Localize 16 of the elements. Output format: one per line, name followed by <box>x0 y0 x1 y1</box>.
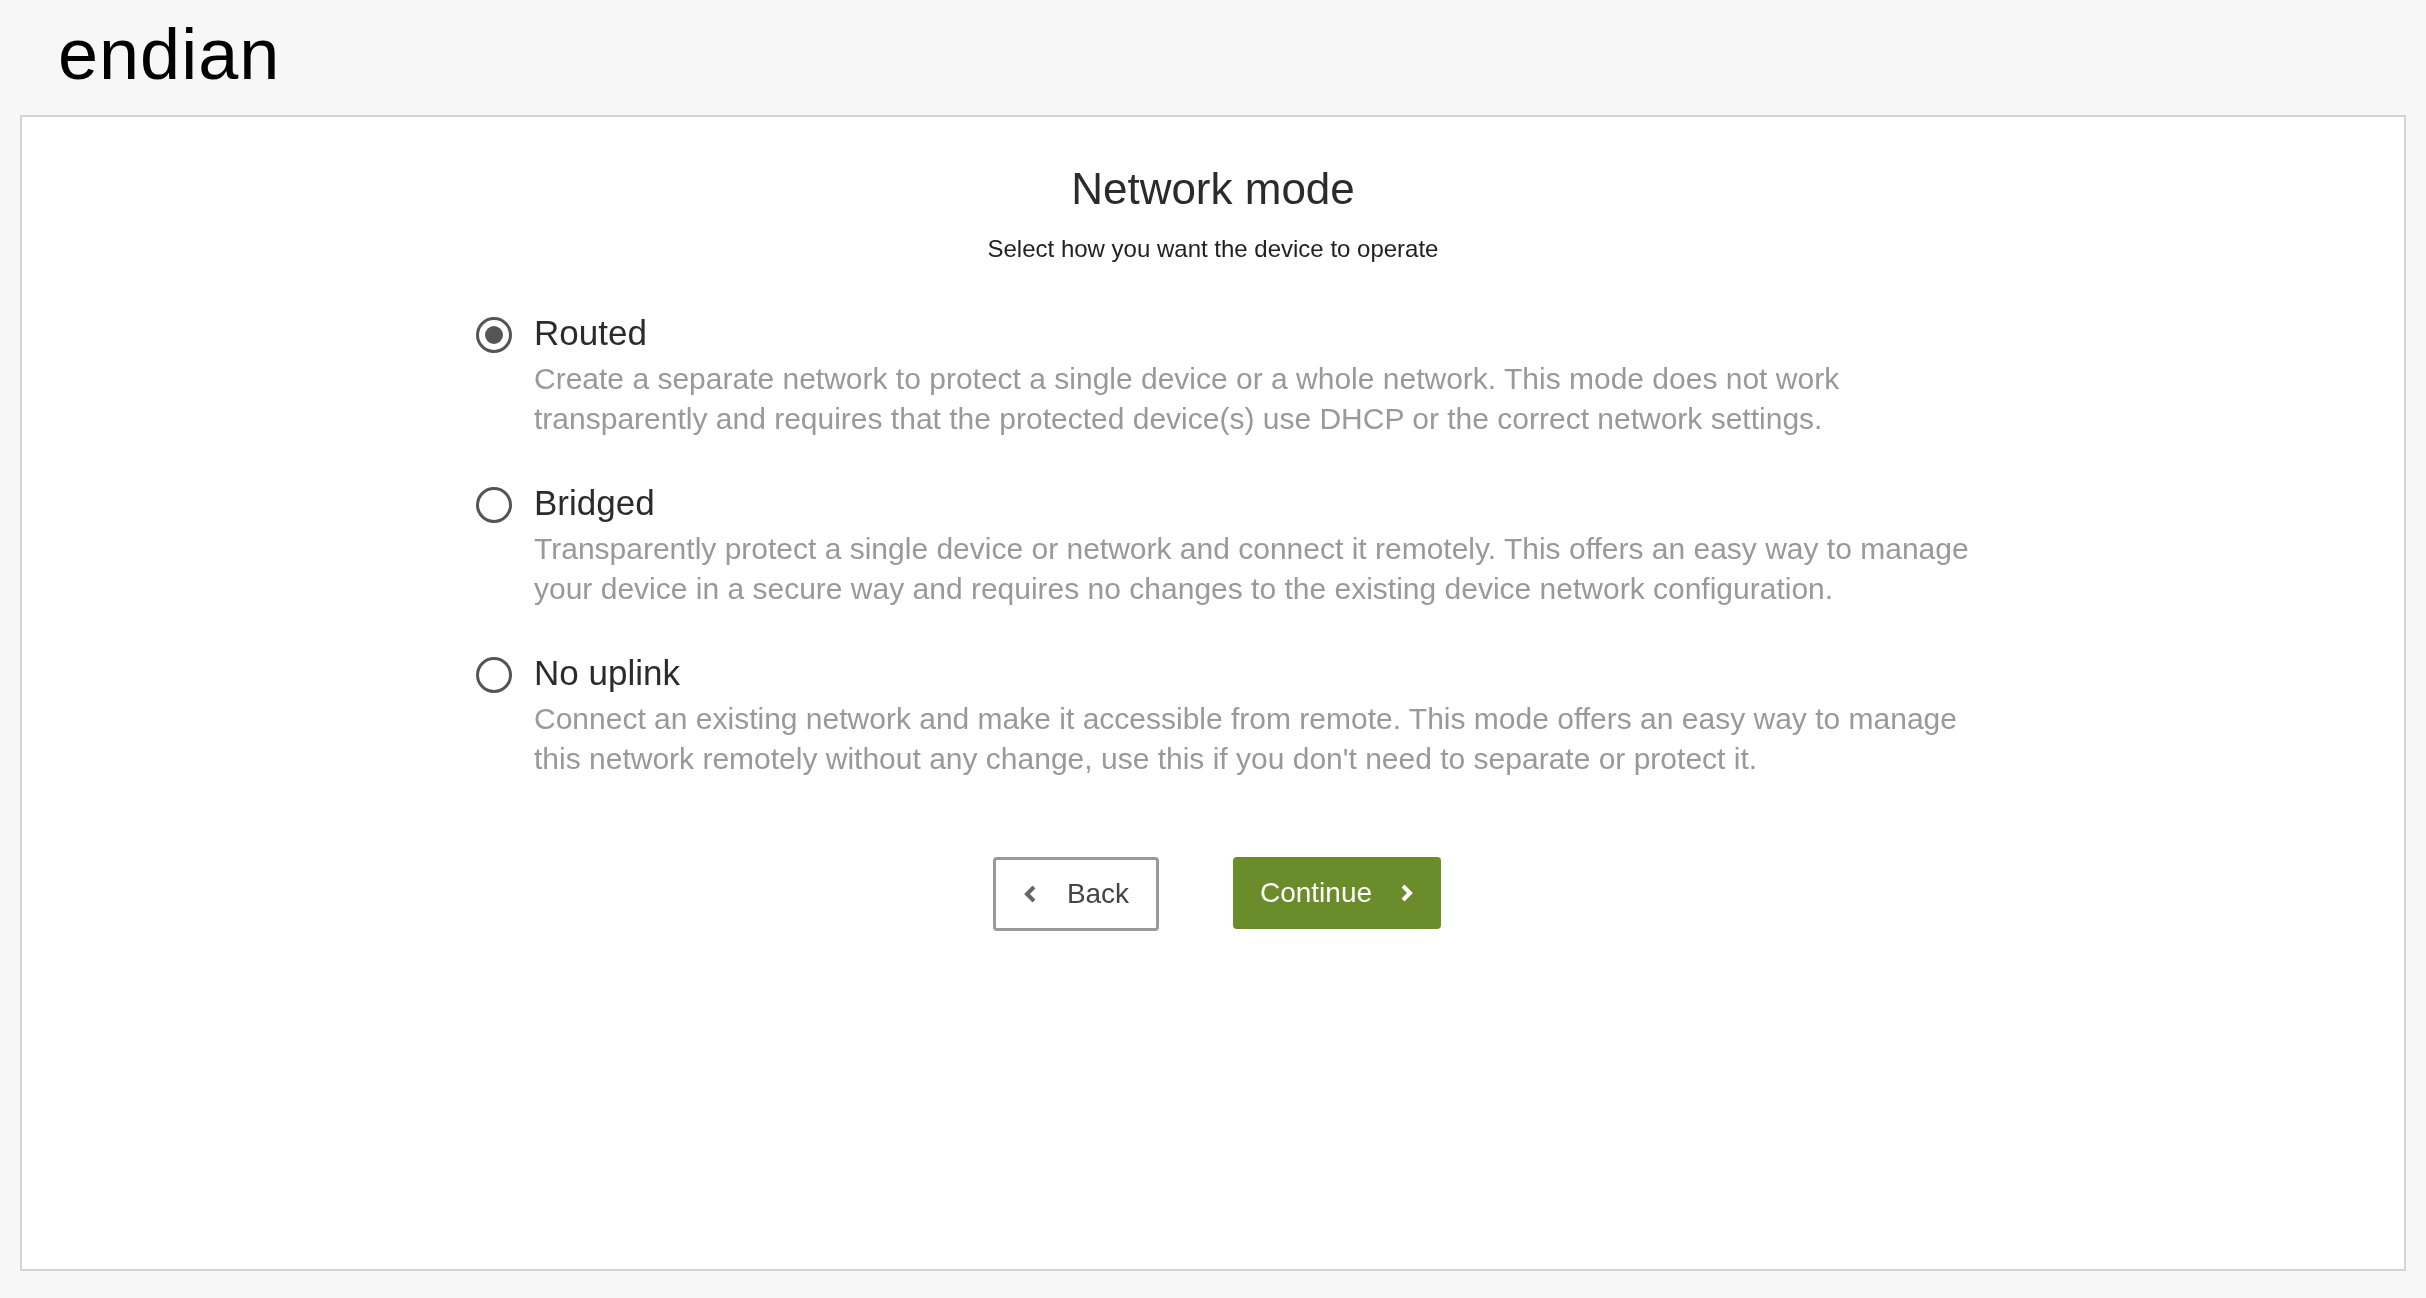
page-subtitle: Select how you want the device to operate <box>987 234 1439 264</box>
option-description: Connect an existing network and make it accessible from remote. This mode offers an easy way to manage this network remotely without any change, use this if you don't need to separate or protect it. <box>534 701 1958 777</box>
logo: endian <box>58 17 281 90</box>
radio-button[interactable] <box>476 487 512 523</box>
chevron-right-icon <box>1400 883 1415 903</box>
option-label[interactable]: No uplink <box>534 647 1974 699</box>
option-description: Transparently protect a single device or network and connect it remotely. This offers an easy way to manage your device in a secure way and requires no changes to the existing device network configuration. <box>534 531 1970 607</box>
radio-button[interactable] <box>476 317 512 353</box>
back-button[interactable]: Back <box>993 857 1159 931</box>
option-description: Create a separate network to protect a single device or a whole network. This mode does not work transparently and requires that the protected device(s) use DHCP or the correct network settings. <box>534 361 1841 437</box>
continue-button[interactable]: Continue <box>1233 857 1441 929</box>
page-title: Network mode <box>1071 167 1355 211</box>
radio-button[interactable] <box>476 657 512 693</box>
option-label[interactable]: Routed <box>534 307 1974 359</box>
chevron-left-icon <box>1022 884 1037 904</box>
option-label[interactable]: Bridged <box>534 477 1974 529</box>
